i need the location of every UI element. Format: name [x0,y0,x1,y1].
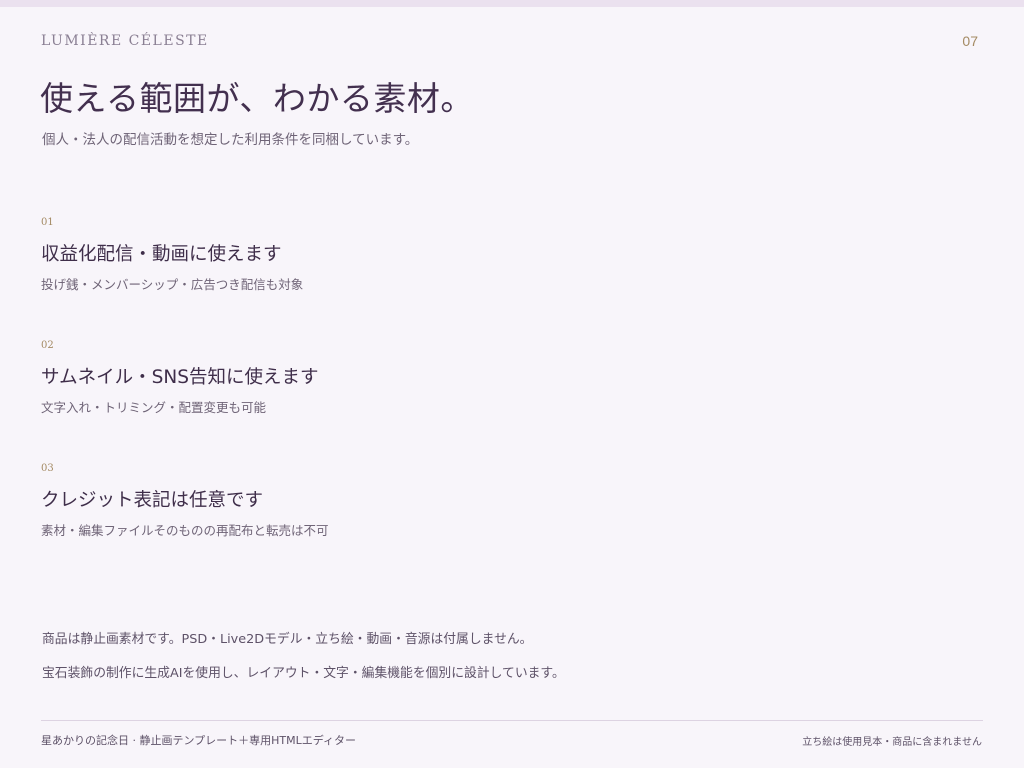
feature-item-1: 01 収益化配信・動画に使えます 投げ銭・メンバーシップ・広告つき配信も対象 [41,217,303,293]
feature-description: 投げ銭・メンバーシップ・広告つき配信も対象 [41,277,304,292]
ai-usage-note: 宝石装飾の制作に生成AIを使用し、レイアウト・文字・編集機能を個別に設計していま… [42,666,565,681]
feature-description: 素材・編集ファイルそのものの再配布と転売は不可 [41,523,329,538]
brand-name: LUMIÈRE CÉLESTE [41,33,209,49]
page-subtitle: 個人・法人の配信活動を想定した利用条件を同梱しています。 [42,132,419,148]
footer-product-label: 星あかりの記念日 · 静止画テンプレート＋専用HTMLエディター [41,734,356,747]
top-accent-bar [0,0,1024,7]
page-title: 使える範囲が、わかる素材。 [40,79,474,118]
feature-description: 文字入れ・トリミング・配置変更も可能 [41,400,267,415]
feature-number: 02 [41,340,54,351]
page-number: 07 [962,33,978,49]
feature-title: 収益化配信・動画に使えます [41,244,282,265]
feature-item-3: 03 クレジット表記は任意です 素材・編集ファイルそのものの再配布と転売は不可 [41,463,329,539]
footer-divider [41,720,983,721]
feature-number: 01 [41,217,54,228]
feature-title: クレジット表記は任意です [41,490,264,511]
feature-title: サムネイル・SNS告知に使えます [41,367,319,388]
feature-item-2: 02 サムネイル・SNS告知に使えます 文字入れ・トリミング・配置変更も可能 [41,340,318,416]
product-note: 商品は静止画素材です。PSD・Live2Dモデル・立ち絵・動画・音源は付属しませ… [42,632,533,647]
feature-number: 03 [41,463,54,474]
footer-disclaimer: 立ち絵は使用見本・商品に含まれません [802,737,982,748]
